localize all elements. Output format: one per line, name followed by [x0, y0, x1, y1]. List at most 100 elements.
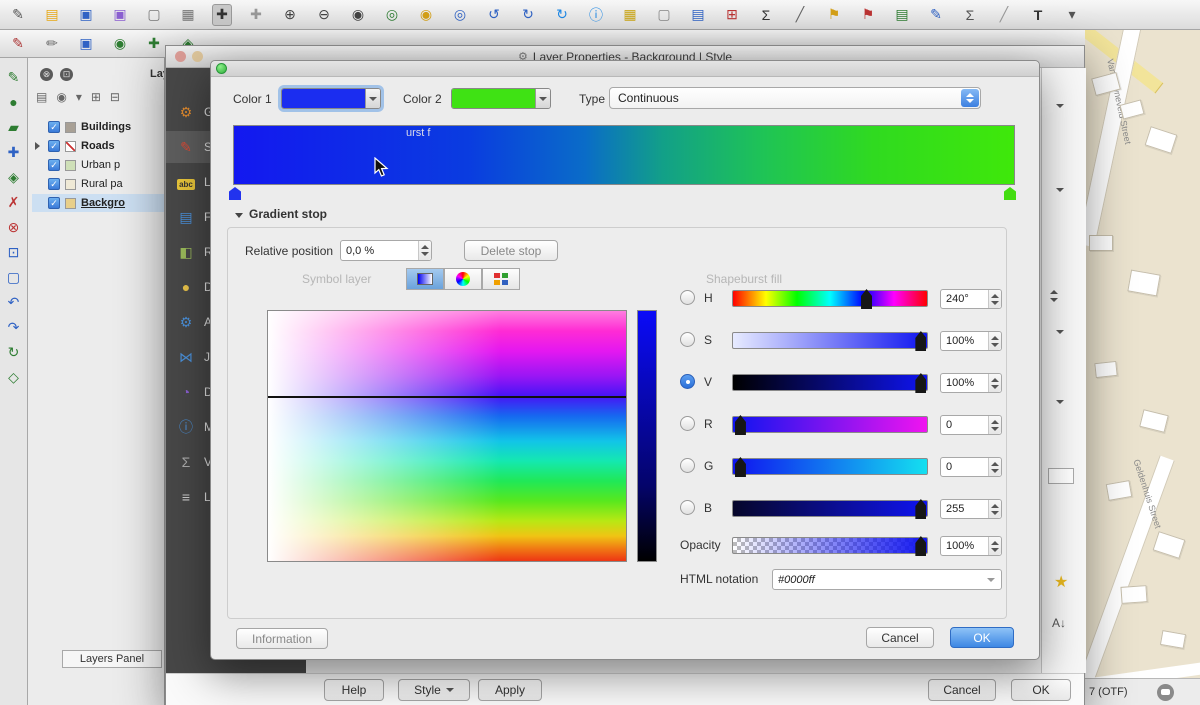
type-combobox[interactable]: Continuous: [609, 87, 981, 109]
slider-handle[interactable]: [915, 536, 926, 556]
layer-visibility-icon[interactable]: ◉: [56, 90, 66, 104]
identify-icon[interactable]: ⓘ: [586, 4, 606, 26]
spin-control[interactable]: [1050, 290, 1058, 302]
redo-icon[interactable]: ↷: [4, 318, 24, 336]
spinner-arrows-icon[interactable]: [988, 374, 1001, 392]
information-button[interactable]: Information: [236, 628, 328, 649]
color1-swatch-button[interactable]: [281, 88, 381, 109]
save-project-icon[interactable]: ▣: [76, 4, 96, 26]
show-bookmarks-icon[interactable]: ▤: [892, 4, 912, 26]
spinner-arrows-icon[interactable]: [418, 241, 431, 260]
filter-legend-icon[interactable]: ▾: [76, 90, 82, 104]
r-radio[interactable]: [680, 416, 695, 431]
copy-features-icon[interactable]: ⊡: [4, 243, 24, 261]
pan-to-selection-icon[interactable]: ✚: [246, 4, 266, 26]
opacity-slider[interactable]: [732, 537, 928, 554]
h-slider[interactable]: [732, 290, 928, 307]
move-feature-icon[interactable]: ✚: [144, 33, 164, 55]
favorites-star-icon[interactable]: ★: [1054, 572, 1068, 592]
slider-handle[interactable]: [915, 499, 926, 519]
toggle-editing-icon[interactable]: ✏: [42, 33, 62, 55]
expand-all-icon[interactable]: ⊞: [91, 90, 101, 104]
zoom-out-icon[interactable]: ⊖: [314, 4, 334, 26]
measure-icon[interactable]: ╱: [790, 4, 810, 26]
help-button[interactable]: Help: [324, 679, 384, 701]
new-project-icon[interactable]: ✎: [8, 4, 28, 26]
node-tool-icon[interactable]: ◈: [4, 168, 24, 186]
zoom-native-icon[interactable]: ◉: [348, 4, 368, 26]
annotation-icon[interactable]: ✎: [926, 4, 946, 26]
h-spinbox[interactable]: 240°: [940, 289, 1002, 309]
dropdown-arrow-icon[interactable]: [1056, 104, 1064, 108]
layer-row[interactable]: ✓ Roads: [32, 137, 164, 155]
spinner-arrows-icon[interactable]: [988, 537, 1001, 555]
b-spinbox[interactable]: 255: [940, 499, 1002, 519]
float-panel-icon[interactable]: ⊡: [60, 68, 73, 81]
add-feature-icon[interactable]: ◉: [110, 33, 130, 55]
layer-checkbox[interactable]: ✓: [48, 121, 60, 133]
layer-row[interactable]: ✓ Buildings: [32, 118, 164, 136]
decorations-icon[interactable]: ╱: [994, 4, 1014, 26]
ok-button[interactable]: OK: [950, 627, 1014, 648]
apply-button[interactable]: Apply: [478, 679, 542, 701]
collapse-caret-icon[interactable]: [235, 213, 243, 218]
open-project-icon[interactable]: ▤: [42, 4, 62, 26]
dropdown-arrow-icon[interactable]: [1056, 400, 1064, 404]
select-features-icon[interactable]: ▦: [620, 4, 640, 26]
add-group-icon[interactable]: ▤: [36, 90, 47, 104]
zoom-to-layer-icon[interactable]: ◎: [450, 4, 470, 26]
dropdown-arrow-icon[interactable]: [1056, 330, 1064, 334]
style-menu-button[interactable]: Style: [398, 679, 470, 701]
tab-color-wheel[interactable]: [444, 268, 482, 290]
zoom-in-icon[interactable]: ⊕: [280, 4, 300, 26]
value-ramp-bar[interactable]: [637, 310, 657, 562]
new-bookmark-icon[interactable]: ⚑: [858, 4, 878, 26]
attribute-table-icon[interactable]: ▤: [688, 4, 708, 26]
minimize-window-icon[interactable]: [192, 51, 203, 62]
relative-position-spinbox[interactable]: 0,0 %: [340, 240, 432, 261]
zoom-to-selection-icon[interactable]: ◉: [416, 4, 436, 26]
g-spinbox[interactable]: 0: [940, 457, 1002, 477]
zoom-last-icon[interactable]: ↺: [484, 4, 504, 26]
zoom-full-icon[interactable]: ◎: [382, 4, 402, 26]
layer-checkbox[interactable]: ✓: [48, 197, 60, 209]
pan-map-icon[interactable]: ✚: [212, 4, 232, 26]
close-window-icon[interactable]: [175, 51, 186, 62]
dropdown-arrow-icon[interactable]: [1056, 188, 1064, 192]
field-calculator-icon[interactable]: ⊞: [722, 4, 742, 26]
delete-stop-button[interactable]: Delete stop: [464, 240, 558, 261]
r-slider[interactable]: [732, 416, 928, 433]
layer-row[interactable]: ✓ Urban p: [32, 156, 164, 174]
simplify-feature-icon[interactable]: ◇: [4, 368, 24, 386]
layer-checkbox[interactable]: ✓: [48, 178, 60, 190]
g-radio[interactable]: [680, 458, 695, 473]
h-radio[interactable]: [680, 290, 695, 305]
zoom-next-icon[interactable]: ↻: [518, 4, 538, 26]
color2-dropdown[interactable]: [535, 89, 550, 108]
message-log-icon[interactable]: [1157, 684, 1174, 701]
rotate-feature-icon[interactable]: ↻: [4, 343, 24, 361]
gradient-preview[interactable]: [233, 125, 1015, 185]
new-composer-icon[interactable]: ▢: [144, 4, 164, 26]
slider-handle[interactable]: [861, 289, 872, 309]
mini-field[interactable]: [1048, 468, 1074, 484]
undo-icon[interactable]: ↶: [4, 293, 24, 311]
shade-selection-line[interactable]: [268, 396, 626, 398]
r-spinbox[interactable]: 0: [940, 415, 1002, 435]
sort-icon[interactable]: A↓: [1052, 616, 1066, 630]
expander-icon[interactable]: [35, 142, 40, 150]
save-project-as-icon[interactable]: ▣: [110, 4, 130, 26]
layer-checkbox[interactable]: ✓: [48, 140, 60, 152]
sum-features-icon[interactable]: Σ: [960, 4, 980, 26]
map-tips-icon[interactable]: ⚑: [824, 4, 844, 26]
add-point-icon[interactable]: ●: [4, 93, 24, 111]
add-polygon-icon[interactable]: ▰: [4, 118, 24, 136]
zoom-window-icon[interactable]: [216, 63, 227, 74]
s-slider[interactable]: [732, 332, 928, 349]
color2-swatch-button[interactable]: [451, 88, 551, 109]
slider-handle[interactable]: [735, 415, 746, 435]
spinner-arrows-icon[interactable]: [988, 458, 1001, 476]
delete-selected-icon[interactable]: ✗: [4, 193, 24, 211]
map-canvas[interactable]: Van Rhyneveld Street Geldenhuis Street 7…: [1085, 30, 1200, 705]
map-refresh-icon[interactable]: ↻: [552, 4, 572, 26]
